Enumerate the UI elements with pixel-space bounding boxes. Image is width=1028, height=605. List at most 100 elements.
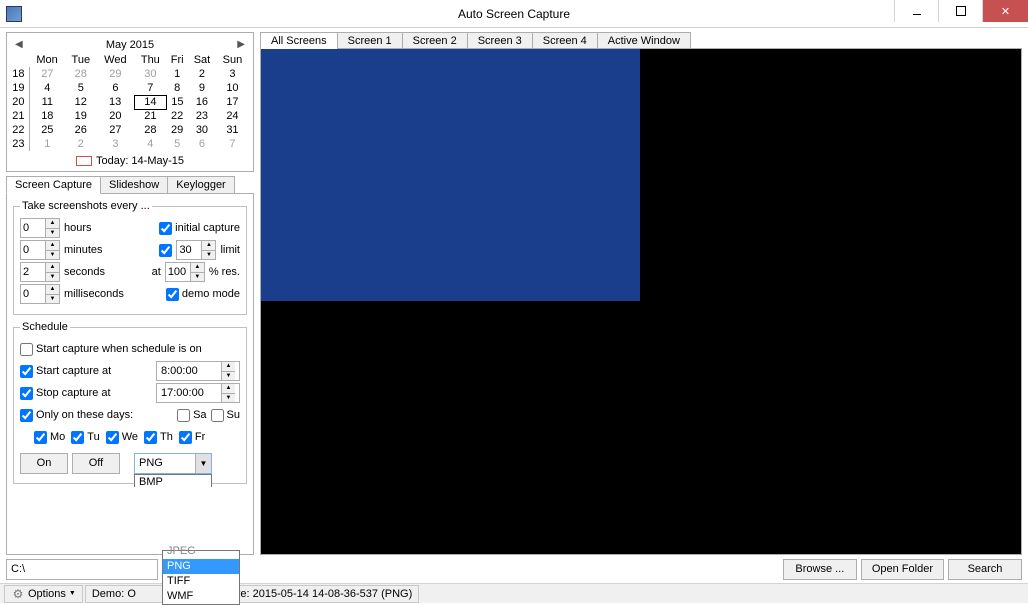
day-mo-checkbox[interactable]: Mo xyxy=(34,431,65,444)
only-days-checkbox[interactable]: Only on these days: xyxy=(20,409,133,422)
calendar-day[interactable]: 6 xyxy=(188,137,216,151)
calendar-day[interactable]: 9 xyxy=(188,81,216,95)
demo-mode-checkbox[interactable]: demo mode xyxy=(166,288,240,301)
on-button[interactable]: On xyxy=(20,453,68,474)
day-we-checkbox[interactable]: We xyxy=(106,431,138,444)
calendar-day[interactable]: 7 xyxy=(134,81,166,95)
calendar-day[interactable]: 28 xyxy=(134,123,166,137)
calendar-day[interactable]: 5 xyxy=(166,137,188,151)
calendar-day[interactable]: 23 xyxy=(188,109,216,123)
start-capture-at-checkbox[interactable]: Start capture at xyxy=(20,365,111,378)
calendar-day[interactable]: 17 xyxy=(216,95,249,109)
calendar-day[interactable]: 5 xyxy=(65,81,96,95)
start-time-field[interactable]: ▲▼ xyxy=(156,361,240,381)
search-button[interactable]: Search xyxy=(948,559,1022,580)
calendar-day[interactable]: 25 xyxy=(29,123,65,137)
calendar-day[interactable]: 29 xyxy=(166,123,188,137)
calendar-prev-icon[interactable]: ◀ xyxy=(15,39,23,50)
calendar-day[interactable]: 30 xyxy=(134,67,166,81)
day-tu-checkbox[interactable]: Tu xyxy=(71,431,99,444)
screen-tab-all-screens[interactable]: All Screens xyxy=(260,32,338,49)
calendar-day[interactable]: 1 xyxy=(29,137,65,151)
calendar-today-indicator-icon xyxy=(76,156,92,166)
format-option-png[interactable]: PNG xyxy=(163,559,239,574)
tab-slideshow[interactable]: Slideshow xyxy=(100,176,168,194)
calendar-day[interactable]: 6 xyxy=(96,81,134,95)
initial-capture-checkbox[interactable]: initial capture xyxy=(159,222,240,235)
format-option-jpeg[interactable]: JPEG xyxy=(163,544,239,559)
path-input[interactable] xyxy=(6,559,158,580)
options-menu[interactable]: ⚙ Options ▼ xyxy=(4,585,83,603)
format-option-tiff[interactable]: TIFF xyxy=(163,574,239,589)
start-when-schedule-checkbox[interactable]: Start capture when schedule is on xyxy=(20,343,202,356)
screen-tab-active-window[interactable]: Active Window xyxy=(597,32,691,49)
calendar-day[interactable]: 27 xyxy=(29,67,65,81)
calendar-day[interactable]: 20 xyxy=(96,109,134,123)
format-dropdown-list[interactable]: JPEG PNG TIFF WMF xyxy=(162,550,240,605)
calendar-grid[interactable]: MonTueWedThuFriSatSun 182728293012319456… xyxy=(11,53,249,151)
calendar-day[interactable]: 26 xyxy=(65,123,96,137)
stop-capture-at-checkbox[interactable]: Stop capture at xyxy=(20,387,111,400)
calendar-day[interactable]: 30 xyxy=(188,123,216,137)
at-label: at xyxy=(152,266,161,278)
calendar-day[interactable]: 3 xyxy=(96,137,134,151)
screen-tab-screen-3[interactable]: Screen 3 xyxy=(467,32,533,49)
off-button[interactable]: Off xyxy=(72,453,120,474)
calendar-day[interactable]: 1 xyxy=(166,67,188,81)
calendar-day[interactable]: 24 xyxy=(216,109,249,123)
calendar-day[interactable]: 18 xyxy=(29,109,65,123)
close-button[interactable] xyxy=(982,0,1028,22)
open-folder-button[interactable]: Open Folder xyxy=(861,559,944,580)
screen-tab-screen-4[interactable]: Screen 4 xyxy=(532,32,598,49)
calendar-day[interactable]: 15 xyxy=(166,95,188,109)
screen-tab-screen-1[interactable]: Screen 1 xyxy=(337,32,403,49)
calendar-day[interactable]: 2 xyxy=(65,137,96,151)
calendar-day[interactable]: 3 xyxy=(216,67,249,81)
calendar-day[interactable]: 27 xyxy=(96,123,134,137)
format-option-wmf[interactable]: WMF xyxy=(163,589,239,604)
calendar-day[interactable]: 4 xyxy=(134,137,166,151)
calendar-day[interactable]: 28 xyxy=(65,67,96,81)
day-fr-checkbox[interactable]: Fr xyxy=(179,431,205,444)
calendar-day[interactable]: 2 xyxy=(188,67,216,81)
hours-stepper[interactable]: ▲▼ xyxy=(20,218,60,238)
limit-stepper[interactable]: ▲▼ xyxy=(176,240,216,260)
milliseconds-stepper[interactable]: ▲▼ xyxy=(20,284,60,304)
tab-keylogger[interactable]: Keylogger xyxy=(167,176,235,194)
format-dropdown[interactable]: PNG ▼ xyxy=(134,453,212,474)
limit-checkbox[interactable] xyxy=(159,244,172,257)
calendar-day[interactable]: 29 xyxy=(96,67,134,81)
tab-screen-capture[interactable]: Screen Capture xyxy=(6,176,101,194)
browse-button[interactable]: Browse ... xyxy=(783,559,857,580)
calendar[interactable]: ◀ May 2015 ▶ MonTueWedThuFriSatSun 18272… xyxy=(6,32,254,172)
minimize-button[interactable] xyxy=(894,0,938,22)
maximize-button[interactable] xyxy=(938,0,982,22)
calendar-day-header: Mon xyxy=(29,53,65,67)
calendar-month-label: May 2015 xyxy=(106,39,154,51)
screen-tab-screen-2[interactable]: Screen 2 xyxy=(402,32,468,49)
calendar-next-icon[interactable]: ▶ xyxy=(237,39,245,50)
day-th-checkbox[interactable]: Th xyxy=(144,431,173,444)
format-option-bmp-cut[interactable]: BMP xyxy=(135,475,211,487)
calendar-day[interactable]: 16 xyxy=(188,95,216,109)
calendar-day[interactable]: 19 xyxy=(65,109,96,123)
calendar-day[interactable]: 12 xyxy=(65,95,96,109)
seconds-stepper[interactable]: ▲▼ xyxy=(20,262,60,282)
calendar-day[interactable]: 10 xyxy=(216,81,249,95)
calendar-day[interactable]: 14 xyxy=(134,95,166,109)
stop-time-field[interactable]: ▲▼ xyxy=(156,383,240,403)
calendar-day[interactable]: 22 xyxy=(166,109,188,123)
calendar-day[interactable]: 31 xyxy=(216,123,249,137)
calendar-day[interactable]: 4 xyxy=(29,81,65,95)
calendar-today-label[interactable]: Today: 14-May-15 xyxy=(96,155,184,167)
calendar-day[interactable]: 7 xyxy=(216,137,249,151)
resolution-stepper[interactable]: ▲▼ xyxy=(165,262,205,282)
calendar-day[interactable]: 11 xyxy=(29,95,65,109)
calendar-day[interactable]: 13 xyxy=(96,95,134,109)
minutes-stepper[interactable]: ▲▼ xyxy=(20,240,60,260)
calendar-day[interactable]: 8 xyxy=(166,81,188,95)
day-sa-checkbox[interactable]: Sa xyxy=(177,409,206,422)
calendar-day[interactable]: 21 xyxy=(134,109,166,123)
chevron-down-icon[interactable]: ▼ xyxy=(195,454,211,473)
day-su-checkbox[interactable]: Su xyxy=(211,409,240,422)
